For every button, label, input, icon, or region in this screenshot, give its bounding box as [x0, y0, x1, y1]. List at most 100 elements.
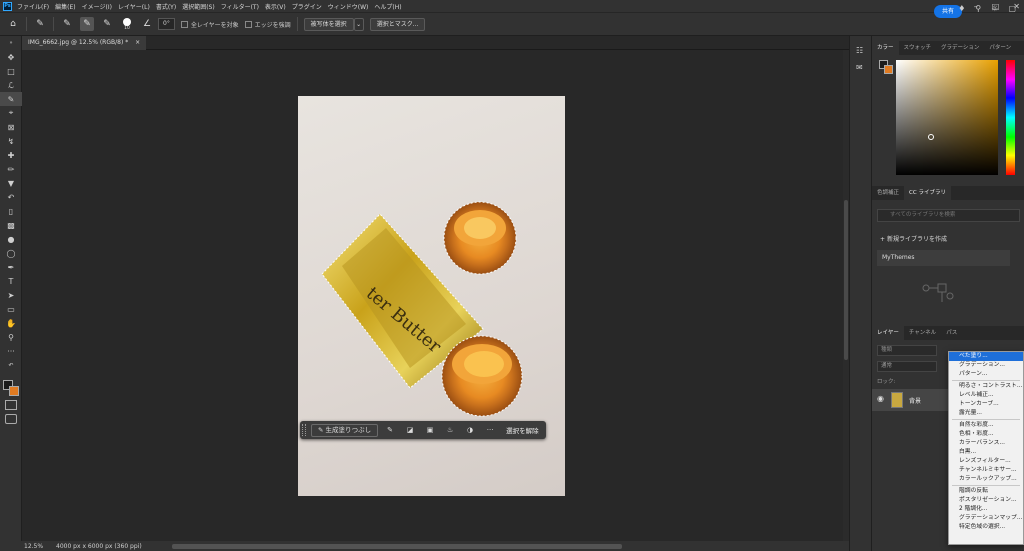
color-swatches[interactable] — [3, 380, 19, 396]
menu-window[interactable]: ウィンドウ(W) — [328, 2, 369, 11]
menu-help[interactable]: ヘルプ(H) — [374, 2, 401, 11]
menu-edit[interactable]: 編集(E) — [55, 2, 75, 11]
brush-tool-icon[interactable]: ✏ — [0, 162, 22, 176]
tab-layers[interactable]: レイヤー — [872, 326, 904, 340]
gradient-tool-icon[interactable]: ▩ — [0, 218, 22, 232]
menu-filter[interactable]: フィルター(T) — [221, 2, 259, 11]
fill-selection-icon[interactable]: ♨ — [442, 426, 458, 434]
help-icon[interactable]: ☼ — [991, 4, 998, 13]
bell-icon[interactable]: ♦ — [958, 4, 965, 13]
menu-item-threshold[interactable]: 2 階調化... — [949, 505, 1023, 514]
menu-item-gradient-map[interactable]: グラデーションマップ... — [949, 514, 1023, 523]
tab-adjustments[interactable]: 色調補正 — [872, 186, 904, 200]
path-selection-tool-icon[interactable]: ➤ — [0, 288, 22, 302]
library-item[interactable]: MyThemes — [877, 250, 1010, 266]
marquee-tool-icon[interactable]: □ — [0, 64, 22, 78]
comments-panel-icon[interactable]: ✉ — [856, 63, 866, 73]
enhance-edge-checkbox[interactable]: エッジを強調 — [244, 20, 291, 29]
menu-item-channel-mixer[interactable]: チャンネルミキサー... — [949, 466, 1023, 475]
eyedropper-tool-icon[interactable]: ↯ — [0, 134, 22, 148]
zoom-level[interactable]: 12.5% — [24, 543, 43, 550]
quick-selection-tool-icon[interactable]: ✎ — [0, 92, 22, 106]
mask-icon[interactable]: ▣ — [422, 426, 438, 434]
deselect-button[interactable]: 選択を解除 — [506, 425, 539, 435]
lasso-tool-icon[interactable]: ℒ — [0, 78, 22, 92]
pen-tool-icon[interactable]: ✒ — [0, 260, 22, 274]
toolbar-collapse-icon[interactable]: » — [0, 36, 22, 50]
menu-item-posterize[interactable]: ポスタリゼーション... — [949, 496, 1023, 505]
menu-item-color-balance[interactable]: カラーバランス... — [949, 439, 1023, 448]
menu-item-black-white[interactable]: 白黒... — [949, 448, 1023, 457]
color-picker-cursor[interactable] — [928, 134, 934, 140]
tab-gradients[interactable]: グラデーション — [936, 41, 984, 55]
swap-colors-icon[interactable]: ↶ — [0, 358, 22, 372]
menu-item-color-lookup[interactable]: カラールックアップ... — [949, 475, 1023, 484]
menu-item-hue-saturation[interactable]: 色相・彩度... — [949, 430, 1023, 439]
new-selection-icon[interactable]: ✎ — [60, 17, 74, 31]
screen-mode-icon[interactable] — [5, 414, 17, 424]
healing-brush-tool-icon[interactable]: ✚ — [0, 148, 22, 162]
frame-tool-icon[interactable]: ⊠ — [0, 120, 22, 134]
menu-view[interactable]: 表示(V) — [265, 2, 286, 11]
menu-item-brightness-contrast[interactable]: 明るさ・コントラスト... — [949, 382, 1023, 391]
dodge-tool-icon[interactable]: ◯ — [0, 246, 22, 260]
menu-layer[interactable]: レイヤー(L) — [118, 2, 150, 11]
quick-mask-icon[interactable] — [5, 400, 17, 410]
color-picker-field[interactable] — [896, 60, 998, 175]
menu-item-gradient[interactable]: グラデーション... — [949, 361, 1023, 370]
horizontal-scrollbar[interactable] — [171, 543, 622, 549]
workspace-icon[interactable]: ▢ — [1008, 4, 1016, 13]
type-tool-icon[interactable]: T — [0, 274, 22, 288]
more-tools-icon[interactable]: ··· — [0, 344, 22, 358]
select-and-mask-button[interactable]: 選択とマスク... — [369, 17, 426, 31]
tab-channels[interactable]: チャンネル — [904, 326, 941, 340]
add-selection-icon[interactable]: ✎ — [80, 17, 94, 31]
move-tool-icon[interactable]: ✥ — [0, 50, 22, 64]
menu-item-exposure[interactable]: 露光量... — [949, 409, 1023, 418]
close-tab-icon[interactable]: × — [135, 39, 140, 46]
history-brush-tool-icon[interactable]: ↶ — [0, 190, 22, 204]
history-panel-icon[interactable]: ☷ — [856, 46, 866, 56]
background-color-swatch[interactable] — [9, 386, 19, 396]
hue-slider[interactable] — [1006, 60, 1015, 175]
quick-selection-preset-icon[interactable]: ✎ — [33, 17, 47, 31]
menu-item-curves[interactable]: トーンカーブ... — [949, 400, 1023, 409]
visibility-eye-icon[interactable]: ◉ — [877, 394, 884, 403]
library-search-input[interactable]: すべてのライブラリを検索 — [877, 209, 1020, 222]
tab-patterns[interactable]: パターン — [984, 41, 1016, 55]
panel-background-swatch[interactable] — [884, 65, 893, 74]
menu-file[interactable]: ファイル(F) — [17, 2, 49, 11]
menu-type[interactable]: 書式(Y) — [156, 2, 176, 11]
document-tab[interactable]: IMG_6662.jpg @ 12.5% (RGB/8) * × — [22, 36, 147, 50]
tab-paths[interactable]: パス — [941, 326, 962, 340]
rectangle-tool-icon[interactable]: ▭ — [0, 302, 22, 316]
menu-item-pattern[interactable]: パターン... — [949, 370, 1023, 379]
menu-item-solid-color[interactable]: べた塗り... — [949, 352, 1023, 361]
tab-swatches[interactable]: スウォッチ — [899, 41, 937, 55]
menu-item-invert[interactable]: 階調の反転 — [949, 487, 1023, 496]
new-library-button[interactable]: + 新規ライブラリを作成 — [880, 234, 947, 243]
sample-all-layers-checkbox[interactable]: 全レイヤーを対象 — [180, 20, 239, 29]
menu-plugins[interactable]: プラグイン — [292, 2, 322, 11]
invert-selection-icon[interactable]: ◪ — [402, 426, 418, 434]
blend-mode-select[interactable]: 通常 — [877, 361, 937, 372]
more-options-icon[interactable]: ··· — [482, 426, 498, 434]
clone-stamp-tool-icon[interactable]: ▼ — [0, 176, 22, 190]
tab-color[interactable]: カラー — [872, 41, 899, 55]
adjustment-layer-icon[interactable]: ◑ — [462, 426, 478, 434]
menu-item-selective-color[interactable]: 特定色域の選択... — [949, 523, 1023, 532]
menu-item-vibrance[interactable]: 自然な彩度... — [949, 421, 1023, 430]
select-subject-dropdown-icon[interactable]: ⌄ — [353, 17, 364, 31]
modify-selection-icon[interactable]: ✎ — [382, 426, 398, 434]
eraser-tool-icon[interactable]: ▯ — [0, 204, 22, 218]
menu-select[interactable]: 選択範囲(S) — [182, 2, 215, 11]
drag-handle-icon[interactable] — [302, 424, 306, 436]
panel-color-swatches[interactable] — [879, 60, 893, 74]
layer-filter-input[interactable]: 種類 — [877, 345, 937, 356]
generative-fill-button[interactable]: ✎ 生成塗りつぶし — [311, 423, 379, 437]
search-icon[interactable]: ⚲ — [975, 4, 981, 13]
menu-item-levels[interactable]: レベル補正... — [949, 391, 1023, 400]
crop-tool-icon[interactable]: ⌖ — [0, 106, 22, 120]
layer-name[interactable]: 背景 — [909, 396, 921, 405]
menu-item-photo-filter[interactable]: レンズフィルター... — [949, 457, 1023, 466]
